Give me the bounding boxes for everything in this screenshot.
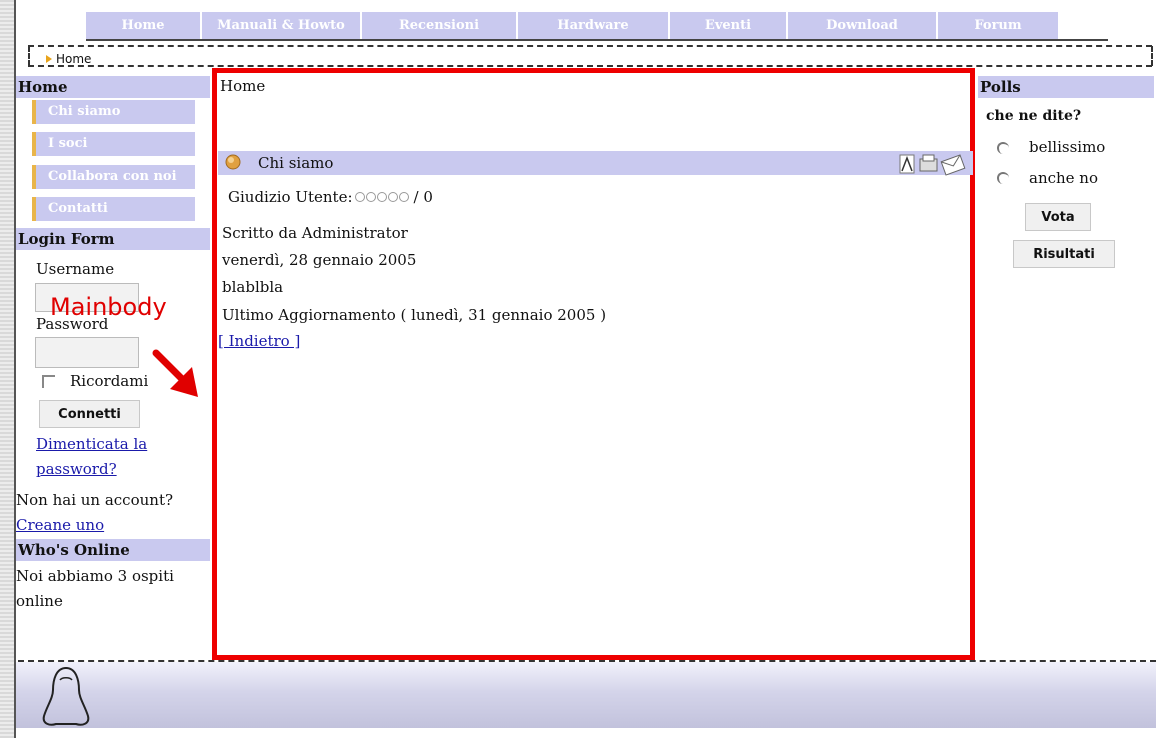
rating-row: Giudizio Utente: / 0	[228, 188, 433, 206]
article-icon	[225, 154, 241, 170]
penguin-logo-icon	[42, 666, 90, 726]
rating-star-icon	[376, 192, 387, 202]
pathway-text: Home	[220, 77, 266, 95]
article-date: venerdì, 28 gennaio 2005	[222, 251, 417, 269]
nav-tab-eventi[interactable]: Eventi	[670, 12, 788, 39]
remember-label: Ricordami	[70, 372, 149, 390]
remember-checkbox[interactable]	[42, 375, 55, 388]
rating-label: Giudizio Utente:	[228, 188, 353, 206]
breadcrumb-home[interactable]: Home	[56, 52, 91, 66]
login-button[interactable]: Connetti	[39, 400, 140, 428]
poll-option-radio[interactable]	[997, 142, 1009, 154]
nav-tab-manuali[interactable]: Manuali & Howto	[202, 12, 362, 39]
left-border-line	[14, 0, 16, 738]
nav-tab-recensioni[interactable]: Recensioni	[362, 12, 518, 39]
rating-star-icon	[365, 192, 376, 202]
annotation-arrow-icon	[152, 349, 198, 397]
forgot-password-link[interactable]: Dimenticata la	[36, 435, 147, 453]
breadcrumb: Home	[46, 52, 91, 66]
nav-tab-forum[interactable]: Forum	[938, 12, 1058, 39]
article-author: Scritto da Administrator	[222, 224, 408, 242]
menu-item-chi-siamo[interactable]: Chi siamo	[32, 100, 195, 124]
rating-stars	[354, 192, 410, 202]
article-title: Chi siamo	[258, 154, 334, 172]
whos-online-title: Who's Online	[16, 539, 210, 561]
poll-question: che ne dite?	[986, 108, 1082, 124]
poll-option-label: anche no	[1029, 169, 1099, 187]
pdf-icon[interactable]	[899, 154, 915, 174]
online-text: Noi abbiamo 3 ospiti	[16, 567, 174, 585]
results-button[interactable]: Risultati	[1013, 240, 1115, 268]
header-divider	[28, 45, 1152, 47]
email-icon[interactable]	[940, 154, 966, 176]
print-icon[interactable]	[919, 154, 938, 172]
nav-tab-hardware[interactable]: Hardware	[518, 12, 670, 39]
article-body: blablbla	[222, 278, 284, 296]
menu-item-collabora[interactable]: Collabora con noi	[32, 165, 195, 189]
breadcrumb-left-edge	[28, 46, 30, 66]
rating-value: / 0	[413, 188, 433, 206]
main-menu-title: Home	[16, 76, 210, 98]
no-account-text: Non hai un account?	[16, 491, 174, 509]
menu-item-contatti[interactable]: Contatti	[32, 197, 195, 221]
arrow-icon	[46, 55, 52, 63]
login-form-title: Login Form	[16, 228, 210, 250]
username-label: Username	[36, 260, 115, 278]
breadcrumb-divider	[28, 65, 1152, 67]
polls-title: Polls	[978, 76, 1154, 98]
online-text-line2: online	[16, 592, 63, 610]
footer	[16, 662, 1156, 728]
rating-star-icon	[398, 192, 409, 202]
left-border-strip	[0, 0, 14, 738]
nav-tab-download[interactable]: Download	[788, 12, 938, 39]
poll-option-radio[interactable]	[997, 172, 1009, 184]
nav-tab-home[interactable]: Home	[86, 12, 202, 39]
article-actions	[899, 154, 966, 176]
article-updated: Ultimo Aggiornamento ( lunedì, 31 gennai…	[222, 306, 607, 324]
poll-option-label: bellissimo	[1029, 138, 1106, 156]
breadcrumb-right-edge	[1151, 46, 1153, 66]
password-input[interactable]	[35, 337, 139, 368]
mainbody-annotation: Mainbody	[50, 293, 167, 321]
create-account-link[interactable]: Creane uno	[16, 516, 104, 534]
menu-item-i-soci[interactable]: I soci	[32, 132, 195, 156]
back-link[interactable]: [ Indietro ]	[218, 332, 300, 350]
vote-button[interactable]: Vota	[1025, 203, 1091, 231]
top-navigation: Home Manuali & Howto Recensioni Hardware…	[86, 12, 1108, 41]
rating-star-icon	[354, 192, 365, 202]
rating-star-icon	[387, 192, 398, 202]
forgot-password-link-line2[interactable]: password?	[36, 460, 117, 478]
